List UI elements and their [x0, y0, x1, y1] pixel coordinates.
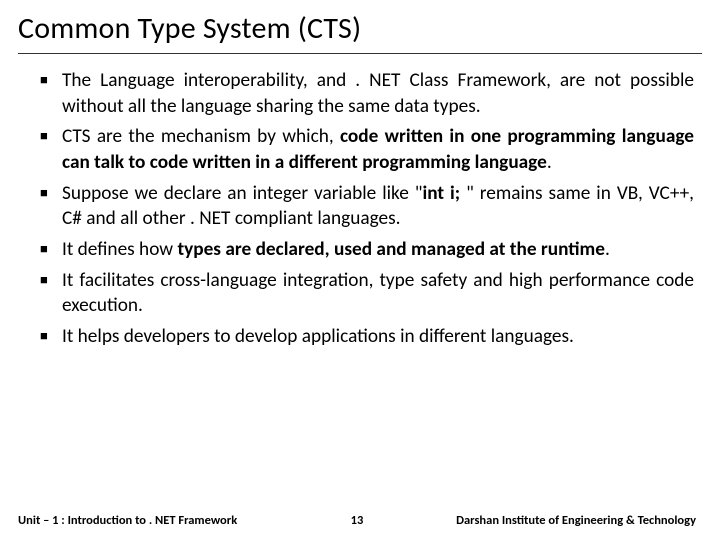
bullet-item: ■ Suppose we declare an integer variable…: [40, 181, 694, 232]
bullet-item: ■ It facilitates cross-language integrat…: [40, 268, 694, 319]
bullet-text: It defines how types are declared, used …: [62, 237, 694, 263]
slide-content: ■ The Language interoperability, and . N…: [18, 68, 702, 503]
bullet-text: Suppose we declare an integer variable l…: [62, 181, 694, 232]
slide: Common Type System (CTS) ■ The Language …: [0, 0, 720, 540]
bullet-marker-icon: ■: [40, 324, 62, 350]
bullet-text: CTS are the mechanism by which, code wri…: [62, 124, 694, 175]
footer-institute: Darshan Institute of Engineering & Techn…: [393, 513, 696, 528]
bullet-text: It helps developers to develop applicati…: [62, 324, 694, 350]
footer-unit: Unit – 1 : Introduction to . NET Framewo…: [18, 513, 321, 528]
bullet-marker-icon: ■: [40, 68, 62, 119]
bullet-marker-icon: ■: [40, 181, 62, 232]
bullet-marker-icon: ■: [40, 237, 62, 263]
bullet-text: It facilitates cross-language integratio…: [62, 268, 694, 319]
footer-page-number: 13: [321, 513, 394, 528]
bullet-text: The Language interoperability, and . NET…: [62, 68, 694, 119]
bullet-item: ■ The Language interoperability, and . N…: [40, 68, 694, 119]
slide-footer: Unit – 1 : Introduction to . NET Framewo…: [18, 503, 702, 540]
bullet-marker-icon: ■: [40, 268, 62, 319]
bullet-marker-icon: ■: [40, 124, 62, 175]
bullet-item: ■ It defines how types are declared, use…: [40, 237, 694, 263]
bullet-item: ■ CTS are the mechanism by which, code w…: [40, 124, 694, 175]
bullet-item: ■ It helps developers to develop applica…: [40, 324, 694, 350]
slide-title: Common Type System (CTS): [18, 10, 702, 54]
